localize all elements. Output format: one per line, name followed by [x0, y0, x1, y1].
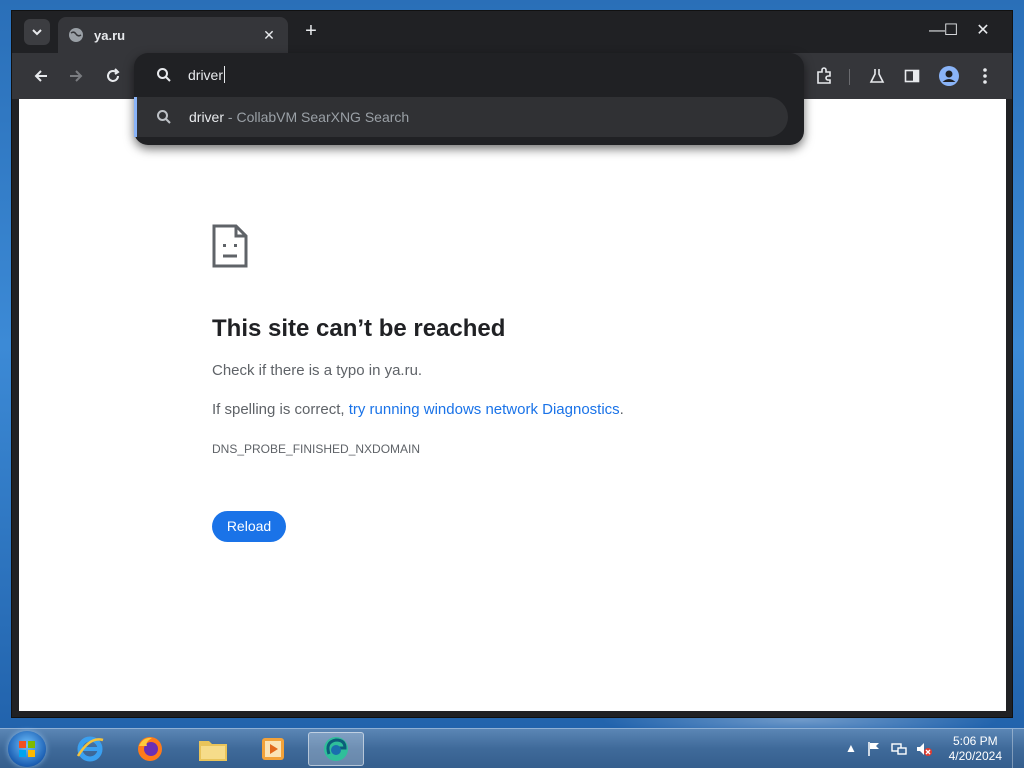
address-bar-value: driver	[188, 67, 224, 83]
menu-button[interactable]	[973, 64, 997, 88]
error-typo-line: Check if there is a typo in ya.ru.	[212, 362, 423, 379]
suggestion-query: driver	[189, 109, 225, 125]
tab-search-button[interactable]	[24, 19, 50, 45]
refresh-icon	[107, 68, 120, 82]
maximize-button[interactable]: ☐	[936, 21, 966, 43]
firefox-icon	[138, 737, 162, 761]
side-panel-icon	[904, 69, 920, 83]
avatar-icon	[939, 66, 959, 86]
taskbar-browser[interactable]	[308, 732, 364, 766]
puzzle-icon	[817, 67, 831, 84]
new-tab-button[interactable]: +	[300, 21, 322, 43]
profile-button[interactable]	[937, 64, 961, 88]
taskbar-explorer[interactable]	[185, 732, 241, 766]
media-player-icon	[262, 738, 284, 760]
close-tab-icon[interactable]: ✕	[260, 27, 278, 44]
volume-muted-icon[interactable]	[916, 741, 932, 757]
back-button[interactable]	[29, 64, 53, 88]
flag-icon	[868, 742, 879, 756]
taskbar: ▲ 5:06 PM 4/20/2024	[0, 728, 1024, 768]
reload-toolbar-button[interactable]	[101, 64, 125, 88]
browser-window: ya.ru ✕ + — ☐ ✕ driver driver - CollabVM…	[11, 10, 1013, 718]
side-panel-button[interactable]	[900, 64, 924, 88]
search-icon	[157, 110, 171, 124]
network-icon[interactable]	[891, 741, 907, 757]
system-clock[interactable]: 5:06 PM 4/20/2024	[949, 734, 1002, 764]
sad-page-icon	[212, 224, 248, 268]
clock-time: 5:06 PM	[952, 734, 998, 748]
windows-logo-icon	[19, 741, 35, 757]
diagnostics-link[interactable]: try running windows network Diagnostics	[349, 401, 620, 418]
suggestion-item[interactable]: driver - CollabVM SearXNG Search	[134, 97, 788, 137]
tab-title: ya.ru	[94, 27, 126, 43]
speaker-muted-icon	[917, 743, 932, 756]
taskbar-firefox[interactable]	[122, 732, 178, 766]
extensions-button[interactable]	[812, 64, 836, 88]
network-monitor-icon	[891, 743, 907, 755]
diagnostics-prefix: If spelling is correct,	[212, 401, 349, 418]
address-bar[interactable]: driver	[134, 53, 804, 97]
tab-ya-ru[interactable]: ya.ru ✕	[58, 17, 288, 53]
show-hidden-icons-button[interactable]: ▲	[843, 741, 859, 757]
error-page: This site can’t be reached Check if ther…	[19, 99, 1006, 711]
toolbar-separator	[849, 69, 850, 85]
internet-explorer-icon	[76, 736, 104, 762]
error-title: This site can’t be reached	[212, 315, 506, 342]
address-bar-text[interactable]: driver	[188, 66, 226, 83]
error-diagnostics-line: If spelling is correct, try running wind…	[212, 401, 624, 418]
forward-button[interactable]	[64, 64, 88, 88]
diagnostics-suffix: .	[619, 401, 624, 418]
flask-icon	[869, 69, 885, 83]
kebab-menu-icon	[983, 68, 987, 84]
clock-date: 4/20/2024	[948, 749, 1002, 763]
error-code: DNS_PROBE_FINISHED_NXDOMAIN	[212, 442, 421, 456]
labs-button[interactable]	[865, 64, 889, 88]
action-center-flag-icon[interactable]	[866, 741, 882, 757]
chevron-down-icon	[32, 29, 42, 36]
omnibox-dropdown: driver driver - CollabVM SearXNG Search	[134, 53, 804, 145]
tab-strip: ya.ru ✕ + — ☐ ✕	[12, 11, 1012, 53]
taskbar-internet-explorer[interactable]	[62, 732, 118, 766]
suggestion-text: driver - CollabVM SearXNG Search	[189, 109, 409, 125]
reload-button[interactable]: Reload	[212, 511, 286, 542]
folder-icon	[199, 741, 227, 761]
globe-icon	[69, 28, 83, 42]
close-window-button[interactable]: ✕	[968, 21, 998, 43]
show-desktop-button[interactable]	[1012, 729, 1024, 768]
search-icon	[157, 68, 171, 82]
taskbar-media-player[interactable]	[245, 732, 301, 766]
suggestion-source: - CollabVM SearXNG Search	[224, 109, 410, 125]
browser-app-icon	[324, 737, 348, 761]
arrow-left-icon	[34, 70, 47, 82]
text-caret	[224, 66, 226, 83]
start-button[interactable]	[8, 731, 46, 767]
arrow-right-icon	[70, 70, 83, 82]
